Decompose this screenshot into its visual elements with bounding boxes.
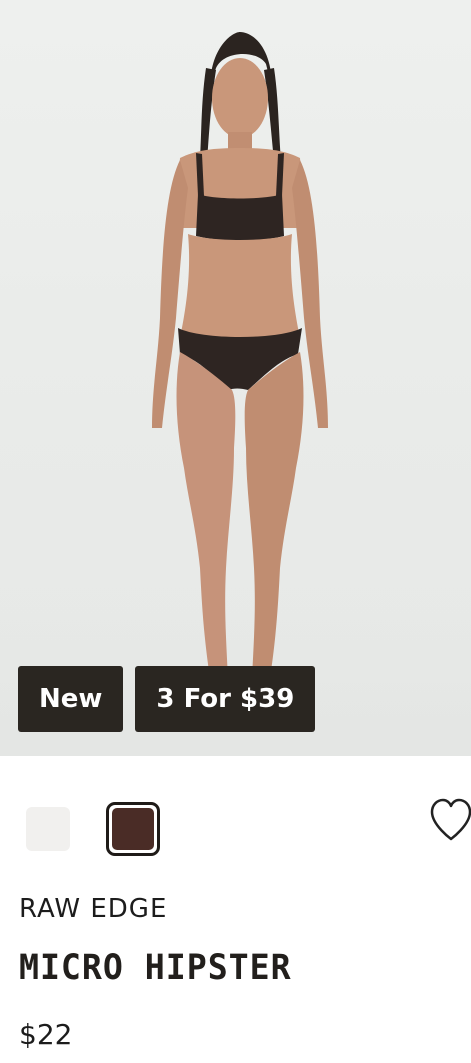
badge-new: New xyxy=(18,666,124,732)
product-collection: RAW EDGE xyxy=(19,894,168,924)
product-card[interactable]: New 3 For $39 RAW EDGE MICRO HIPSTER $22 xyxy=(0,0,471,1063)
swatch-white[interactable] xyxy=(26,807,70,851)
product-image[interactable]: New 3 For $39 xyxy=(0,0,471,756)
product-price: $22 xyxy=(19,1018,73,1051)
badge-promo: 3 For $39 xyxy=(135,666,316,732)
swatch-brown xyxy=(112,808,154,850)
product-badges: New 3 For $39 xyxy=(18,666,316,732)
heart-outline-icon[interactable] xyxy=(428,795,471,845)
product-title[interactable]: MICRO HIPSTER xyxy=(19,948,292,988)
swatch-brown-selected[interactable] xyxy=(106,802,160,856)
model-figure-image xyxy=(152,32,328,678)
color-swatches xyxy=(26,802,160,856)
